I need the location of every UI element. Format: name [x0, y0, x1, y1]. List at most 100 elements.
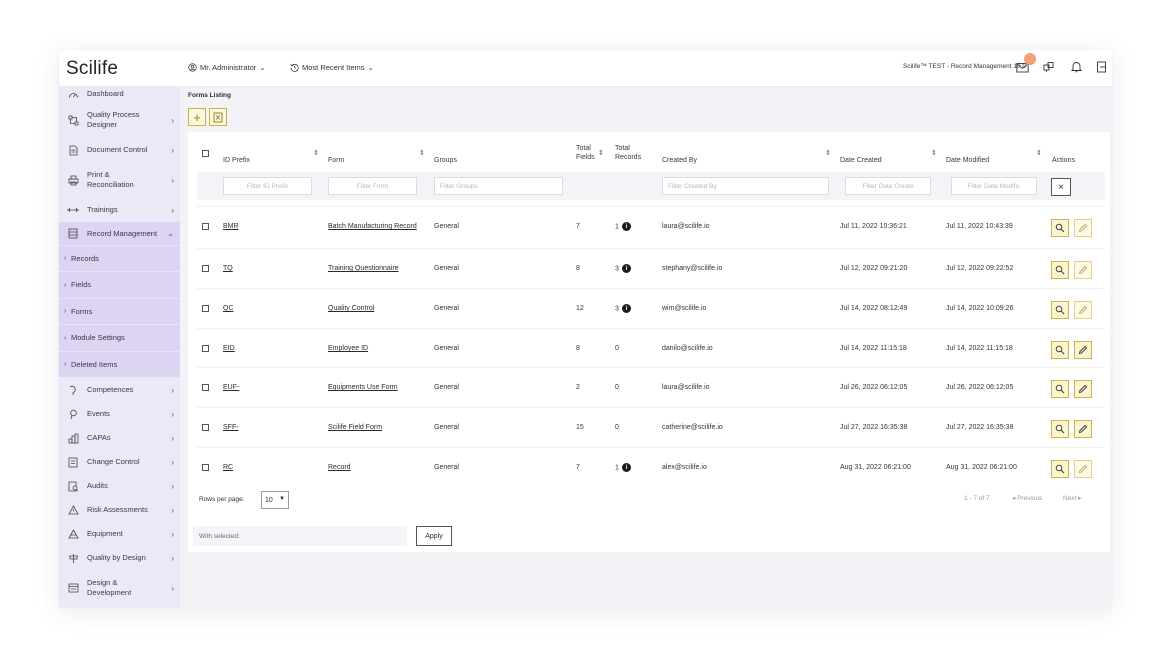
row-form-link[interactable]: Equipments Use Form — [328, 383, 418, 393]
row-form-link[interactable]: Employee ID — [328, 344, 418, 354]
view-button[interactable] — [1051, 380, 1069, 398]
info-icon[interactable]: i — [621, 222, 631, 231]
sidebar-item-record-management[interactable]: Record Management ⌄ — [59, 222, 180, 245]
sidebar-item-label: Risk Assessments — [87, 505, 148, 514]
row-checkbox[interactable] — [202, 305, 209, 312]
recent-items-label: Most Recent Items — [302, 63, 365, 72]
column-header-form[interactable]: Form — [328, 156, 344, 165]
select-all-checkbox[interactable] — [202, 150, 209, 157]
row-id-prefix-link[interactable]: RC — [223, 463, 233, 473]
edit-button[interactable] — [1074, 219, 1092, 237]
filter-groups-input[interactable]: Filter Groups — [434, 177, 563, 195]
row-total-records-value: 3 — [615, 305, 619, 313]
chevron-right-icon: › — [171, 481, 174, 491]
filter-id-prefix-input[interactable]: Filter ID Prefix — [223, 177, 312, 195]
edit-button[interactable] — [1074, 341, 1092, 359]
previous-page-button[interactable]: ◂ Previous — [1012, 494, 1042, 504]
view-button[interactable] — [1051, 420, 1069, 438]
info-icon[interactable]: i — [621, 264, 631, 273]
row-id-prefix-link[interactable]: EUF- — [223, 383, 239, 393]
column-header-date-created[interactable]: Date Created — [840, 156, 882, 165]
notifications-button[interactable] — [1069, 60, 1083, 74]
edit-button[interactable] — [1074, 380, 1092, 398]
view-button[interactable] — [1051, 261, 1069, 279]
user-menu[interactable]: Mr. Administrator ⌄ — [188, 63, 266, 72]
sort-icon[interactable]: ⇕ — [825, 149, 831, 157]
sidebar-item-competences[interactable]: Competences › — [59, 379, 180, 401]
info-icon[interactable]: i — [621, 304, 631, 313]
sidebar-item-risk-assessments[interactable]: Risk Assessments › — [59, 499, 180, 521]
row-id-prefix-link[interactable]: QC — [223, 304, 234, 314]
filter-form-input[interactable]: Filter Form — [328, 177, 417, 195]
row-form-link[interactable]: Batch Manufacturing Record — [328, 222, 418, 232]
filter-date-modified-input[interactable]: Filter Date Modific — [951, 177, 1037, 195]
edit-button[interactable] — [1074, 460, 1092, 478]
apply-button[interactable]: Apply — [416, 526, 452, 546]
row-id-prefix-link[interactable]: BMR — [223, 222, 239, 232]
view-button[interactable] — [1051, 460, 1069, 478]
add-form-button[interactable]: + — [188, 108, 206, 126]
sidebar-item-label: Print & Reconciliation — [87, 170, 134, 189]
row-form-link[interactable]: Scilife Field Form — [328, 423, 418, 433]
modules-button[interactable] — [1042, 60, 1056, 74]
filter-date-created-input[interactable]: Filter Date Create — [845, 177, 931, 195]
sidebar-item-capas[interactable]: CAPAs › — [59, 427, 180, 449]
sidebar-item-change-control[interactable]: Change Control › — [59, 451, 180, 473]
sidebar-item-equipment[interactable]: Equipment › — [59, 523, 180, 545]
rows-per-page-select[interactable]: 10 ▼ — [261, 491, 289, 509]
sidebar-item-quality-process-designer[interactable]: Quality Process Designer › — [59, 103, 180, 137]
info-icon[interactable]: i — [621, 463, 631, 472]
edit-button[interactable] — [1074, 301, 1092, 319]
sidebar-item-audits[interactable]: Audits › — [59, 475, 180, 497]
row-checkbox[interactable] — [202, 265, 209, 272]
bulk-action-select[interactable]: With selected: — [193, 526, 407, 546]
sidebar-subitem-deleted-items[interactable]: › Deleted Items — [59, 351, 180, 377]
row-total-records-value: 0 — [615, 424, 619, 431]
edit-button[interactable] — [1074, 420, 1092, 438]
row-id-prefix-link[interactable]: TQ — [223, 264, 233, 274]
row-form-link[interactable]: Record — [328, 463, 418, 473]
sidebar-item-quality-by-design[interactable]: Quality by Design › — [59, 547, 180, 569]
row-checkbox[interactable] — [202, 424, 209, 431]
view-button[interactable] — [1051, 301, 1069, 319]
row-id-prefix-link[interactable]: SFF- — [223, 423, 239, 433]
view-button[interactable] — [1051, 219, 1069, 237]
sidebar-subitem-forms[interactable]: › Forms — [59, 298, 180, 324]
sort-icon[interactable]: ⇕ — [1036, 149, 1042, 157]
plus-icon: + — [193, 109, 201, 125]
next-page-button[interactable]: Next ▸ — [1063, 494, 1081, 504]
row-checkbox[interactable] — [202, 384, 209, 391]
row-checkbox[interactable] — [202, 345, 209, 352]
filter-created-by-input[interactable]: Filter Created By — [662, 177, 829, 195]
recent-items-menu[interactable]: Most Recent Items ⌄ — [290, 63, 374, 72]
sidebar-item-events[interactable]: Events › — [59, 403, 180, 425]
column-header-date-modified[interactable]: Date Modified — [946, 156, 989, 165]
view-button[interactable] — [1051, 341, 1069, 359]
sidebar-item-document-control[interactable]: Document Control › — [59, 139, 180, 161]
logout-button[interactable] — [1094, 60, 1108, 74]
sort-icon[interactable]: ⇕ — [598, 149, 604, 157]
sidebar-subitem-fields[interactable]: › Fields — [59, 271, 180, 298]
row-form-link[interactable]: Training Questionnaire — [328, 264, 418, 274]
row-checkbox[interactable] — [202, 223, 209, 230]
row-checkbox[interactable] — [202, 464, 209, 471]
chevron-right-icon: › — [171, 115, 174, 125]
column-header-id-prefix[interactable]: ID Prefix — [223, 156, 250, 165]
sidebar-item-design-development[interactable]: Design & Development › — [59, 571, 180, 605]
sort-icon[interactable]: ⇕ — [313, 149, 319, 157]
sidebar-item-trainings[interactable]: Trainings › — [59, 199, 180, 221]
row-form-link[interactable]: Quality Control — [328, 304, 418, 314]
sort-icon[interactable]: ⇕ — [419, 149, 425, 157]
sidebar-item-print-reconciliation[interactable]: Print & Reconciliation › — [59, 163, 180, 197]
row-date-created: Jul 26, 2022 06:12:05 — [840, 384, 908, 391]
edit-button[interactable] — [1074, 261, 1092, 279]
row-id-prefix-link[interactable]: EID — [223, 344, 235, 354]
sidebar-subitem-module-settings[interactable]: › Module Settings — [59, 324, 180, 351]
export-excel-button[interactable] — [209, 108, 227, 126]
clear-filters-button[interactable]: × — [1051, 178, 1071, 196]
sort-icon[interactable]: ⇕ — [931, 149, 937, 157]
sidebar-item-dashboard[interactable]: Dashboard — [59, 87, 180, 101]
column-header-created-by[interactable]: Created By — [662, 156, 697, 165]
sidebar-subitem-records[interactable]: › Records — [59, 245, 180, 271]
sidebar-subitem-label: Deleted Items — [71, 359, 118, 369]
